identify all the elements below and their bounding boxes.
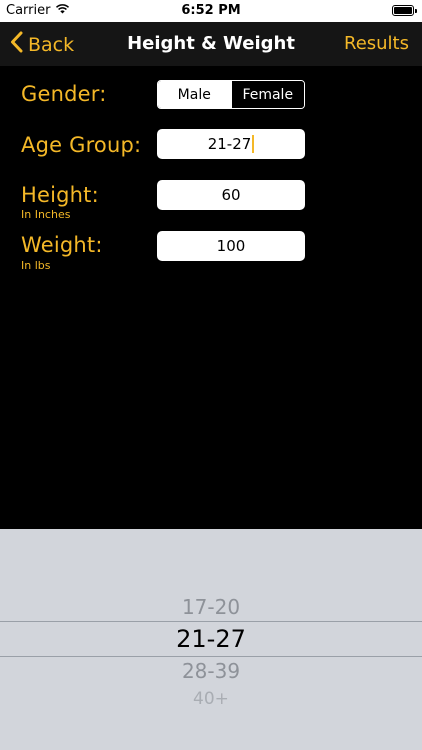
battery-fill [394, 7, 412, 14]
picker-selection-bottom-line [0, 656, 422, 657]
back-button[interactable]: Back [10, 31, 74, 58]
height-unit-label: In Inches [21, 208, 71, 221]
age-group-field[interactable]: 21-27 [157, 129, 305, 159]
results-button[interactable]: Results [344, 33, 409, 54]
back-label: Back [28, 33, 75, 56]
age-group-value: 21-27 [207, 135, 252, 153]
text-cursor [252, 135, 255, 153]
weight-label: Weight: [21, 233, 103, 257]
height-label: Height: [21, 183, 99, 207]
age-group-picker[interactable]: 17-20 21-27 28-39 40+ [0, 529, 422, 750]
gender-segmented-control: Male Female [157, 80, 305, 109]
gender-label: Gender: [21, 82, 107, 106]
age-group-label: Age Group: [21, 133, 142, 157]
battery-icon [392, 5, 417, 16]
picker-option[interactable]: 17-20 [0, 595, 422, 619]
nav-bar: Back Height & Weight Results [0, 22, 422, 66]
gender-option-male[interactable]: Male [158, 81, 231, 108]
picker-option[interactable]: 40+ [0, 689, 422, 709]
chevron-left-icon [10, 31, 28, 58]
picker-option-selected[interactable]: 21-27 [0, 625, 422, 653]
picker-selection-top-line [0, 621, 422, 622]
picker-option[interactable]: 28-39 [0, 659, 422, 683]
weight-field[interactable]: 100 [157, 231, 305, 261]
weight-unit-label: In lbs [21, 259, 51, 272]
height-field[interactable]: 60 [157, 180, 305, 210]
status-time: 6:52 PM [181, 3, 241, 18]
weight-value: 100 [216, 237, 246, 255]
gender-option-female[interactable]: Female [230, 81, 304, 108]
height-value: 60 [221, 186, 241, 204]
status-bar: Carrier 6:52 PM [0, 0, 422, 22]
